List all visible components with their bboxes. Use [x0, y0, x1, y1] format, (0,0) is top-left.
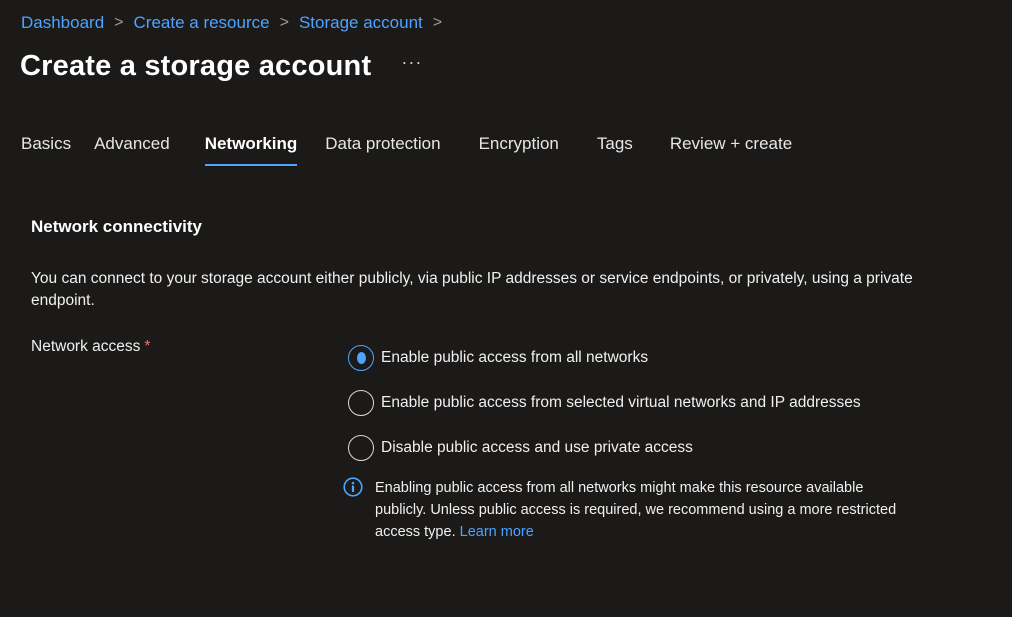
- tab-tags[interactable]: Tags: [597, 130, 633, 166]
- radio-option-all-networks[interactable]: Enable public access from all networks: [348, 345, 861, 371]
- radio-label[interactable]: Enable public access from selected virtu…: [381, 394, 861, 412]
- page-title: Create a storage account: [20, 49, 372, 82]
- tab-advanced[interactable]: Advanced: [94, 130, 170, 166]
- radio-button[interactable]: [348, 390, 374, 416]
- info-icon: [343, 477, 363, 497]
- required-marker: *: [144, 338, 151, 355]
- radio-button[interactable]: [348, 435, 374, 461]
- tab-networking[interactable]: Networking: [204, 130, 297, 166]
- chevron-right-icon: >: [432, 14, 443, 31]
- wizard-tabs: Basics Advanced Networking Data protecti…: [21, 130, 792, 168]
- chevron-right-icon: >: [114, 14, 124, 31]
- breadcrumb-create-resource[interactable]: Create a resource: [134, 13, 270, 33]
- radio-label[interactable]: Disable public access and use private ac…: [381, 439, 693, 457]
- network-access-radio-group: Enable public access from all networks E…: [348, 345, 861, 480]
- chevron-right-icon: >: [279, 14, 289, 31]
- breadcrumb-storage-account[interactable]: Storage account: [299, 13, 423, 33]
- radio-label[interactable]: Enable public access from all networks: [381, 349, 648, 367]
- learn-more-link[interactable]: Learn more: [460, 524, 534, 540]
- network-access-label-text: Network access: [31, 338, 141, 355]
- breadcrumb-dashboard[interactable]: Dashboard: [21, 13, 104, 33]
- breadcrumb: Dashboard > Create a resource > Storage …: [21, 11, 452, 35]
- info-text: Enabling public access from all networks…: [375, 480, 897, 540]
- title-row: Create a storage account ···: [20, 44, 422, 88]
- more-options-button[interactable]: ···: [401, 52, 422, 73]
- info-message: Enabling public access from all networks…: [343, 477, 923, 543]
- radio-option-disable-public[interactable]: Disable public access and use private ac…: [348, 435, 861, 461]
- section-heading: Network connectivity: [31, 217, 202, 236]
- info-text-block: Enabling public access from all networks…: [375, 477, 915, 543]
- section-description: You can connect to your storage account …: [31, 270, 913, 309]
- tab-encryption[interactable]: Encryption: [479, 130, 559, 166]
- tab-basics[interactable]: Basics: [21, 130, 71, 166]
- radio-option-selected-networks[interactable]: Enable public access from selected virtu…: [348, 390, 861, 416]
- radio-button-selected[interactable]: [348, 345, 374, 371]
- tab-review-create[interactable]: Review + create: [670, 130, 792, 166]
- network-access-label: Network access *: [31, 338, 150, 356]
- tab-data-protection[interactable]: Data protection: [325, 130, 440, 166]
